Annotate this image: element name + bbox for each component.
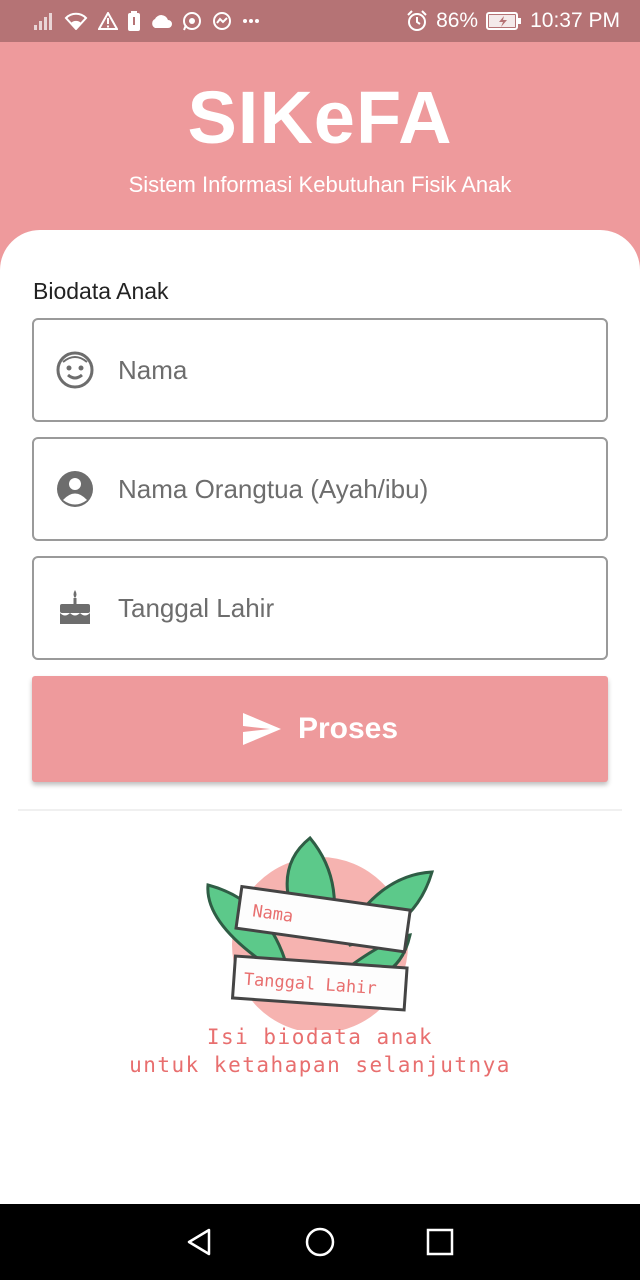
signal-icon — [34, 12, 54, 30]
battery-percent: 86% — [436, 9, 479, 32]
status-bar: 86% 10:37 PM — [0, 0, 640, 42]
biodata-illustration: Nama Tanggal Lahir — [206, 835, 435, 1033]
form-card: Biodata Anak Proses — [0, 230, 640, 1204]
process-button-label: Proses — [297, 712, 399, 745]
cloud-icon — [150, 13, 172, 29]
app-title: SIKeFA — [187, 76, 453, 159]
alarm-icon — [406, 10, 428, 32]
more-dots-icon — [242, 18, 260, 24]
birthdate-input[interactable] — [118, 592, 588, 624]
system-nav-bar — [0, 1204, 640, 1280]
face-icon — [54, 349, 96, 391]
send-icon — [242, 712, 282, 746]
battery-icon — [486, 12, 522, 30]
caption-line2: untuk ketahapan selanjutnya — [129, 1053, 511, 1077]
whatsapp-icon — [182, 11, 202, 31]
parent-name-input[interactable] — [118, 473, 588, 505]
clock: 10:37 PM — [530, 9, 620, 32]
warning-icon — [98, 12, 118, 30]
process-button[interactable]: Proses — [32, 676, 608, 782]
name-field[interactable] — [32, 318, 608, 422]
app-subtitle: Sistem Informasi Kebutuhan Fisik Anak — [128, 172, 512, 197]
cake-icon — [54, 587, 96, 629]
caption-line1: Isi biodata anak — [206, 1025, 434, 1049]
name-input[interactable] — [118, 354, 588, 386]
recents-icon[interactable] — [420, 1222, 460, 1262]
section-label: Biodata Anak — [33, 278, 169, 304]
divider — [18, 809, 622, 811]
parent-name-field[interactable] — [32, 437, 608, 541]
wifi-icon — [64, 12, 88, 30]
back-icon[interactable] — [180, 1222, 220, 1262]
screen: 86% 10:37 PM SIKeFA Sistem Informasi Keb… — [0, 0, 640, 1280]
battery-saver-icon — [128, 11, 140, 31]
app-header: SIKeFA Sistem Informasi Kebutuhan Fisik … — [0, 42, 640, 262]
home-icon[interactable] — [300, 1222, 340, 1262]
illustration: Nama Tanggal Lahir — [0, 830, 640, 1090]
birthdate-field[interactable] — [32, 556, 608, 660]
account-circle-icon — [54, 468, 96, 510]
messenger-icon — [212, 11, 232, 31]
